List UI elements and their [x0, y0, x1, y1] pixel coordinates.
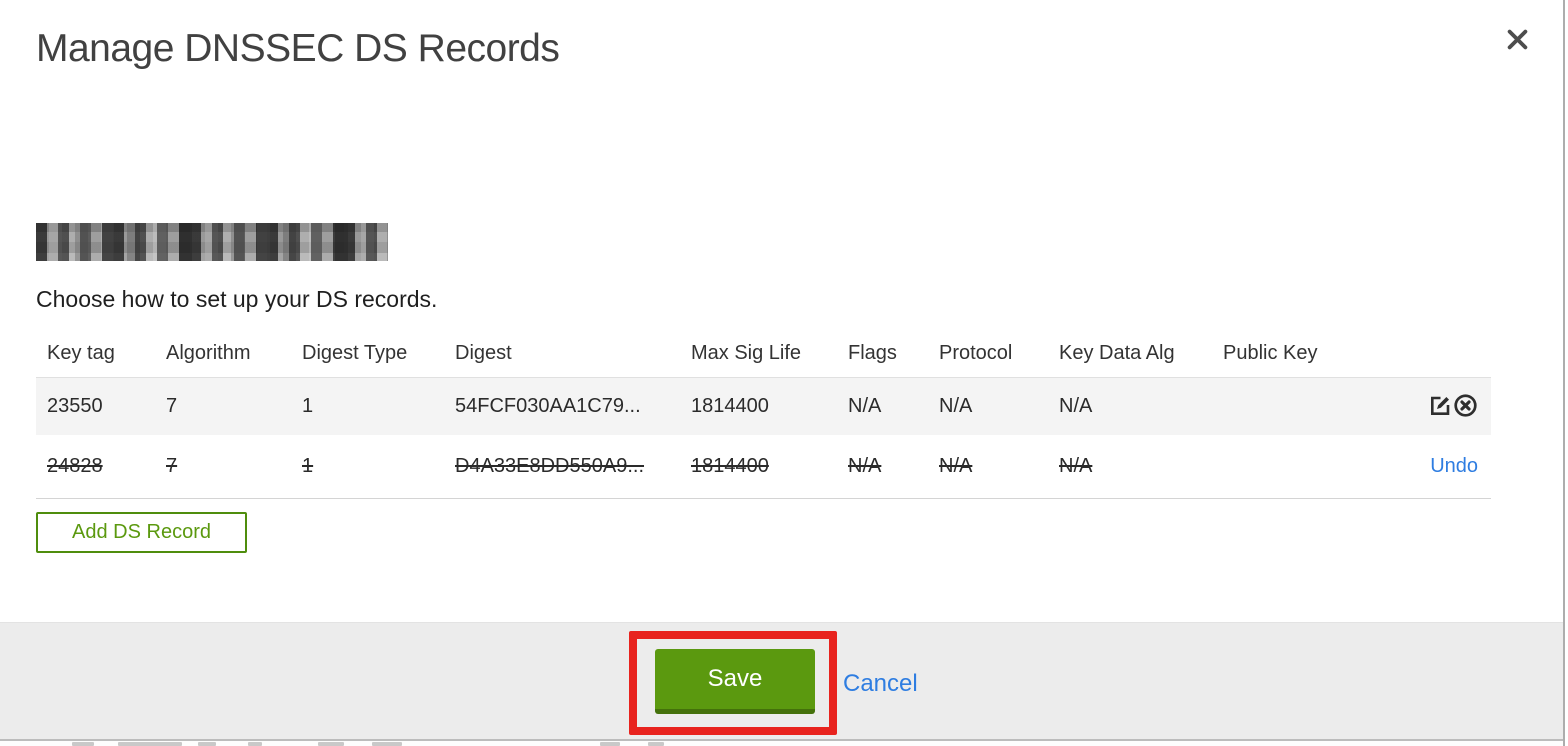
edit-record-button[interactable] [1428, 393, 1452, 420]
cell-key-data-alg: N/A [1059, 395, 1093, 417]
page-artifact [198, 742, 216, 746]
col-header-key-tag: Key tag [47, 342, 115, 364]
page-artifact [318, 742, 344, 746]
page-artifact [600, 742, 620, 746]
cell-protocol: N/A [939, 455, 973, 477]
close-icon [1504, 26, 1531, 56]
cell-digest: D4A33E8DD550A9... [455, 455, 645, 477]
undo-link[interactable]: Undo [1430, 455, 1478, 478]
add-ds-record-button[interactable]: Add DS Record [36, 512, 247, 553]
cell-max-sig-life: 1814400 [691, 395, 769, 417]
col-header-max-sig-life: Max Sig Life [691, 342, 802, 364]
cell-protocol: N/A [939, 395, 973, 417]
page-artifact [72, 742, 94, 746]
ds-records-table: Key tag Algorithm Digest Type Digest Max… [36, 330, 1491, 499]
col-header-digest: Digest [455, 342, 512, 364]
cell-algorithm: 7 [166, 395, 178, 417]
table-row-active-record: 23550 7 1 54FCF030AA1C79... 1814400 N/A … [36, 377, 1491, 435]
cell-actions: Undo [1419, 455, 1491, 478]
col-header-key-data-alg: Key Data Alg [1059, 342, 1175, 364]
dialog-footer: Save Cancel [0, 622, 1563, 739]
col-header-algorithm: Algorithm [166, 342, 251, 364]
cell-digest: 54FCF030AA1C79... [455, 395, 641, 417]
dialog-title: Manage DNSSEC DS Records [36, 27, 560, 70]
table-header-row: Key tag Algorithm Digest Type Digest Max… [36, 330, 1491, 377]
page-artifact [248, 742, 262, 746]
page-artifact [648, 742, 664, 746]
table-row-deleted-record: 24828 7 1 D4A33E8DD550A9... 1814400 N/A … [36, 435, 1491, 499]
cell-algorithm: 7 [166, 455, 178, 477]
cell-key-tag: 24828 [47, 455, 103, 477]
save-button[interactable]: Save [655, 649, 815, 714]
cell-actions [1419, 393, 1491, 421]
cell-key-data-alg: N/A [1059, 455, 1093, 477]
cell-digest-type: 1 [302, 455, 314, 477]
cancel-link[interactable]: Cancel [843, 670, 918, 698]
close-button[interactable] [1500, 24, 1534, 58]
cell-digest-type: 1 [302, 395, 314, 417]
domain-name-redacted [36, 223, 388, 261]
cell-flags: N/A [848, 395, 882, 417]
cell-flags: N/A [848, 455, 882, 477]
edit-icon [1428, 393, 1452, 420]
page-artifact [372, 742, 402, 746]
cell-key-tag: 23550 [47, 395, 103, 417]
col-header-flags: Flags [848, 342, 897, 364]
col-header-public-key: Public Key [1223, 342, 1318, 364]
cell-max-sig-life: 1814400 [691, 455, 769, 477]
col-header-protocol: Protocol [939, 342, 1013, 364]
delete-circle-x-icon [1453, 393, 1478, 421]
viewport-right-edge [1563, 0, 1565, 746]
page-artifact [118, 742, 182, 746]
col-header-digest-type: Digest Type [302, 342, 408, 364]
manage-dnssec-dialog: Manage DNSSEC DS Records Choose how to s… [0, 0, 1568, 746]
instruction-text: Choose how to set up your DS records. [36, 286, 438, 312]
underlying-page-edge [0, 741, 1563, 746]
delete-record-button[interactable] [1453, 393, 1478, 421]
